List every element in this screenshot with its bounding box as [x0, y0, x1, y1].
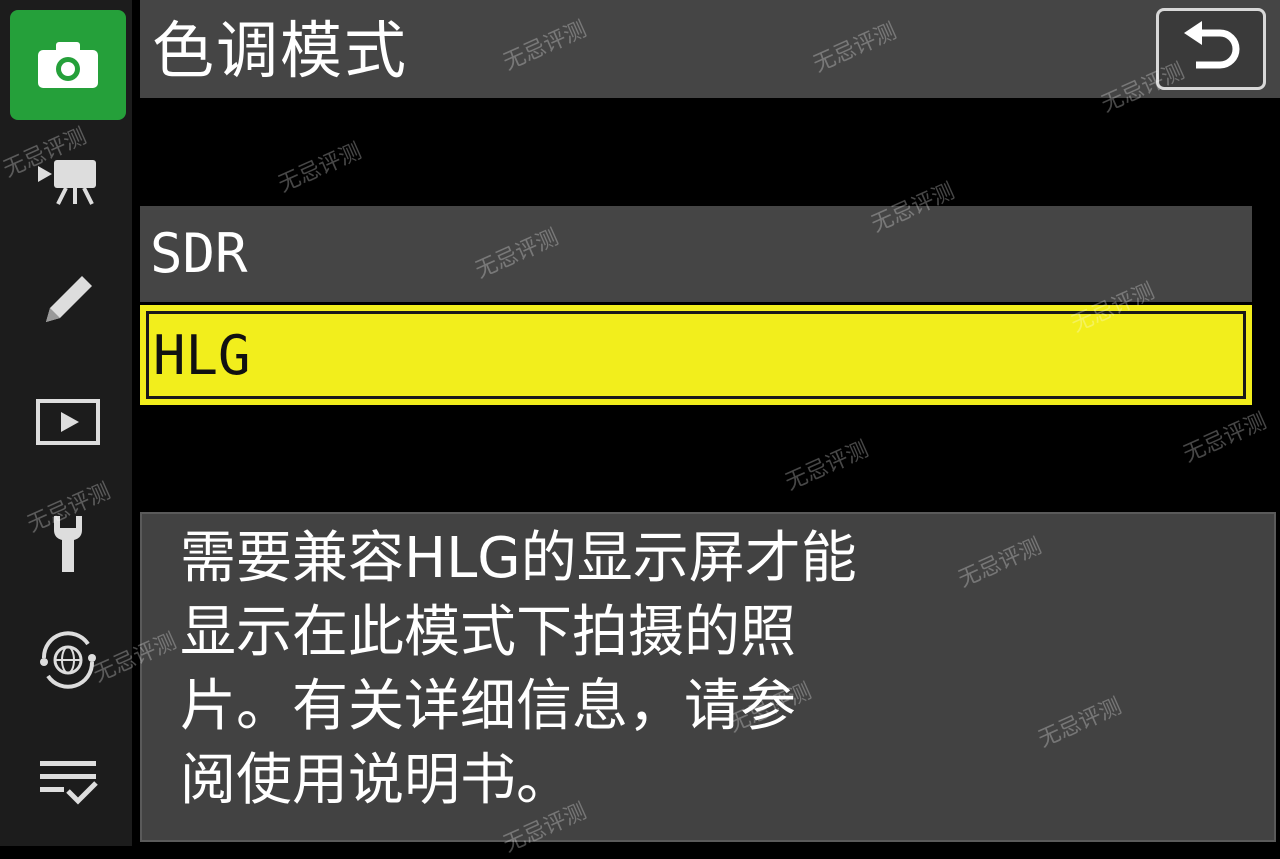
watermark: 无忌评测: [1179, 408, 1271, 468]
watermark: 无忌评测: [781, 436, 873, 496]
help-text: 需要兼容HLG的显示屏才能 显示在此模式下拍摄的照 片。有关详细信息，请参 阅使…: [180, 526, 857, 813]
watermark: 无忌评测: [274, 138, 366, 198]
pencil-icon: [36, 268, 100, 332]
sidebar-item-playback[interactable]: [10, 372, 126, 472]
help-panel: 需要兼容HLG的显示屏才能 显示在此模式下拍摄的照 片。有关详细信息，请参 阅使…: [140, 512, 1276, 842]
menu-sidebar: [0, 0, 132, 846]
wrench-icon: [48, 512, 88, 576]
movie-camera-icon: [36, 154, 100, 206]
sidebar-item-setup[interactable]: [10, 494, 126, 594]
play-icon: [35, 398, 101, 446]
sidebar-item-custom-settings[interactable]: [10, 250, 126, 350]
back-button[interactable]: [1156, 8, 1266, 90]
page-title: 色调模式: [152, 14, 409, 87]
sidebar-item-my-menu[interactable]: [10, 732, 126, 832]
sidebar-item-network[interactable]: [10, 610, 126, 710]
network-globe-icon: [34, 628, 102, 692]
option-sdr[interactable]: SDR: [140, 206, 1252, 302]
sidebar-item-photo-shooting[interactable]: [10, 10, 126, 120]
checklist-icon: [36, 757, 100, 807]
sidebar-item-movie-shooting[interactable]: [10, 130, 126, 230]
option-hlg[interactable]: HLG: [140, 305, 1252, 405]
back-arrow-icon: [1180, 19, 1242, 79]
camera-icon: [36, 40, 100, 90]
